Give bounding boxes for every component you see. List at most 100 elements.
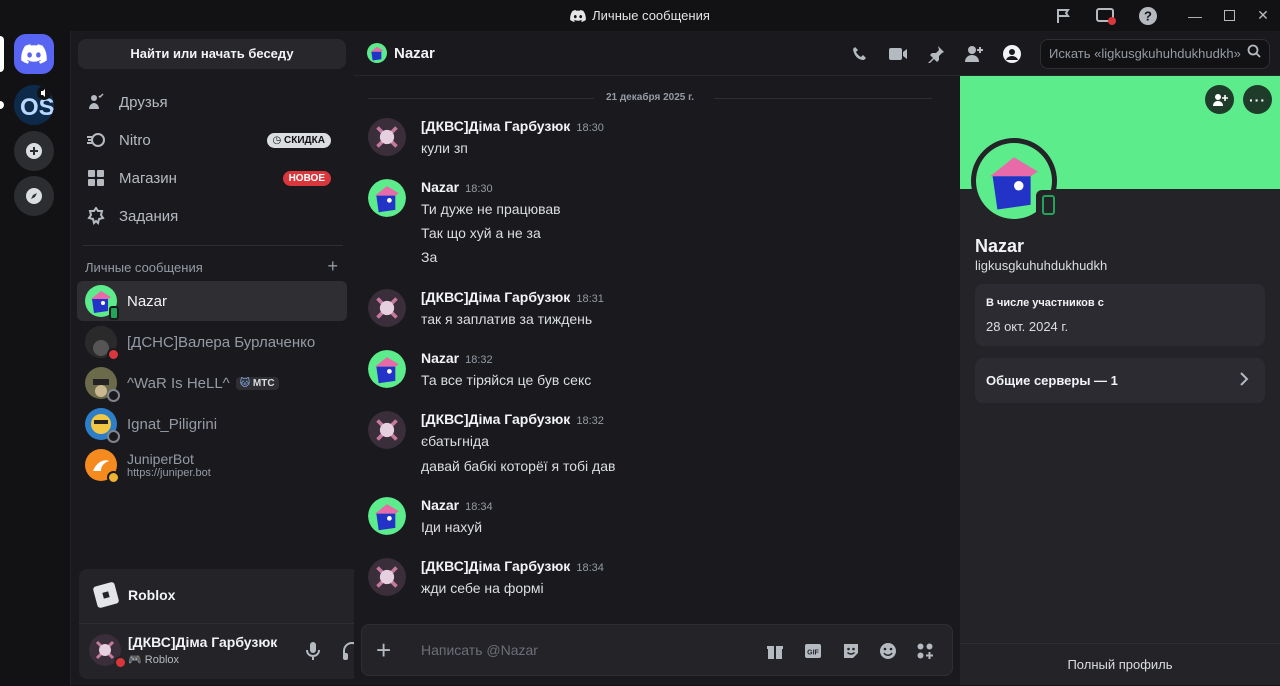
nav-friends[interactable]: Друзья <box>77 85 347 119</box>
message-avatar[interactable] <box>368 497 406 535</box>
close-button[interactable]: ✕ <box>1246 0 1280 31</box>
message-timestamp: 18:31 <box>576 293 604 305</box>
selected-pill <box>0 36 4 72</box>
search-input[interactable]: Искать «ligkusgkuhuhdukhudkh» <box>1040 39 1270 69</box>
svg-text:?: ? <box>1144 8 1152 23</box>
dm-item-juniperbot[interactable]: JuniperBot https://juniper.bot <box>77 445 347 485</box>
message-avatar[interactable] <box>368 350 406 388</box>
message-avatar[interactable] <box>368 118 406 156</box>
create-dm-button[interactable]: + <box>327 256 338 277</box>
clan-tag: 🐱 МТС <box>235 376 279 390</box>
date-divider-text: 21 декабря 2025 г. <box>605 92 695 103</box>
profile-username: ligkusgkuhuhdukhudkh <box>975 258 1108 273</box>
video-call-icon[interactable] <box>887 43 909 65</box>
author-name: Nazar <box>421 497 460 513</box>
author-name: [ДКВС]Діма Гарбузюк <box>421 118 571 134</box>
pin-icon[interactable] <box>925 43 947 65</box>
direct-messages-home-button[interactable] <box>14 34 54 74</box>
emoji-icon[interactable] <box>878 641 898 661</box>
chat-header: Nazar Искать «ligkusgkuhuhdukhudkh» <box>354 31 1280 76</box>
message-text: За <box>421 249 438 265</box>
message-text: жди себе на формі <box>421 580 544 596</box>
add-friends-to-dm-icon[interactable] <box>963 43 985 65</box>
nitro-sale-badge: ◷ СКИДКА <box>266 132 331 148</box>
add-friend-icon <box>1212 93 1228 106</box>
message-avatar[interactable] <box>368 558 406 596</box>
server-os-icon: OS <box>14 85 54 125</box>
more-options-button[interactable]: ··· <box>1243 85 1272 114</box>
message-author[interactable]: Nazar 18:32 <box>421 350 493 366</box>
message-timestamp: 18:34 <box>465 501 493 513</box>
view-full-profile-button[interactable]: Полный профиль <box>960 643 1280 685</box>
gift-icon[interactable] <box>765 641 785 661</box>
mobile-status-icon <box>109 306 119 320</box>
dm-sidebar: Найти или начать беседу Друзья Nitro ◷ С… <box>70 31 416 685</box>
message-composer[interactable]: + Написать @Nazar GIF <box>361 624 953 676</box>
voice-call-icon[interactable] <box>849 43 871 65</box>
roblox-icon <box>92 581 120 609</box>
message-author[interactable]: [ДКВС]Діма Гарбузюк 18:30 <box>421 118 604 134</box>
message-avatar[interactable] <box>368 179 406 217</box>
inbox-flag-icon[interactable] <box>1050 2 1078 30</box>
message-avatar[interactable] <box>368 411 406 449</box>
divider <box>83 245 343 246</box>
avatar <box>85 449 120 484</box>
mutual-servers-button[interactable]: Общие серверы — 1 <box>975 358 1265 403</box>
avatar <box>85 285 119 320</box>
message-text: давай бабкі которёї я тобі дав <box>421 458 616 474</box>
avatar <box>85 408 120 443</box>
minimize-button[interactable]: — <box>1178 0 1212 31</box>
nitro-badge-text: СКИДКА <box>284 134 325 146</box>
message-timestamp: 18:30 <box>465 183 493 195</box>
screen-share-icon[interactable] <box>1092 2 1120 30</box>
sale-icon: ◷ <box>272 134 285 146</box>
add-server-button[interactable] <box>14 131 54 171</box>
dm-item-nazar[interactable]: Nazar <box>77 281 347 321</box>
author-name: Nazar <box>421 179 460 195</box>
profile-avatar[interactable] <box>971 138 1060 224</box>
message-author[interactable]: [ДКВС]Діма Гарбузюк 18:32 <box>421 411 604 427</box>
message-text: кули зп <box>421 140 468 156</box>
author-name: [ДКВС]Діма Гарбузюк <box>421 411 571 427</box>
chevron-right-icon <box>1239 371 1249 392</box>
composer-placeholder: Написать @Nazar <box>421 642 538 658</box>
author-name: [ДКВС]Діма Гарбузюк <box>421 558 571 574</box>
add-friend-button[interactable] <box>1205 85 1234 114</box>
avatar <box>85 367 120 402</box>
nav-nitro[interactable]: Nitro ◷ СКИДКА <box>77 123 347 157</box>
dm-section-header: Личные сообщения <box>85 260 203 275</box>
message-avatar[interactable] <box>368 289 406 327</box>
message-author[interactable]: [ДКВС]Діма Гарбузюк 18:31 <box>421 289 604 305</box>
message-text: єбатьгніда <box>421 433 489 449</box>
dm-item-valera[interactable]: [ДСНС]Валера Бурлаченко <box>77 322 347 362</box>
nav-quests[interactable]: Задания <box>77 199 347 233</box>
dm-item-war-is-hell[interactable]: ^WaR Is HeLL^ 🐱 МТС <box>77 363 347 403</box>
gif-icon[interactable]: GIF <box>803 641 823 661</box>
sticker-icon[interactable] <box>841 641 861 661</box>
discover-button[interactable] <box>14 176 54 216</box>
maximize-button[interactable] <box>1212 0 1246 31</box>
chat-area: Nazar Искать «ligkusgkuhuhdukhudkh» 21 д… <box>354 31 1280 685</box>
apps-icon[interactable] <box>915 641 935 661</box>
search-placeholder: Искать «ligkusgkuhuhdukhudkh» <box>1049 46 1241 61</box>
more-dots-icon: ··· <box>1249 91 1266 108</box>
unread-pill <box>0 101 4 109</box>
help-icon[interactable]: ? <box>1134 2 1162 30</box>
dm-name: [ДСНС]Валера Бурлаченко <box>127 333 316 351</box>
dm-item-ignat[interactable]: Ignat_Piligrini <box>77 404 347 444</box>
mutual-servers-label: Общие серверы — 1 <box>986 373 1118 388</box>
user-name: [ДКВС]Діма Гарбузюк <box>128 634 278 650</box>
message-author[interactable]: Nazar 18:34 <box>421 497 493 513</box>
find-conversation-button[interactable]: Найти или начать беседу <box>78 39 346 69</box>
clan-tag-text: МТС <box>252 377 275 389</box>
microphone-icon[interactable] <box>304 641 322 666</box>
message-author[interactable]: [ДКВС]Діма Гарбузюк 18:34 <box>421 558 604 574</box>
user-profile-toggle-icon[interactable] <box>1001 43 1023 65</box>
server-os-button[interactable]: OS <box>14 85 54 125</box>
compass-icon <box>26 188 42 204</box>
idle-status-icon <box>107 471 120 484</box>
nav-shop[interactable]: Магазин НОВОЕ <box>77 161 347 195</box>
gamepad-icon: 🎮 <box>128 654 145 666</box>
attach-plus-icon[interactable]: + <box>376 635 391 666</box>
message-author[interactable]: Nazar 18:30 <box>421 179 493 195</box>
